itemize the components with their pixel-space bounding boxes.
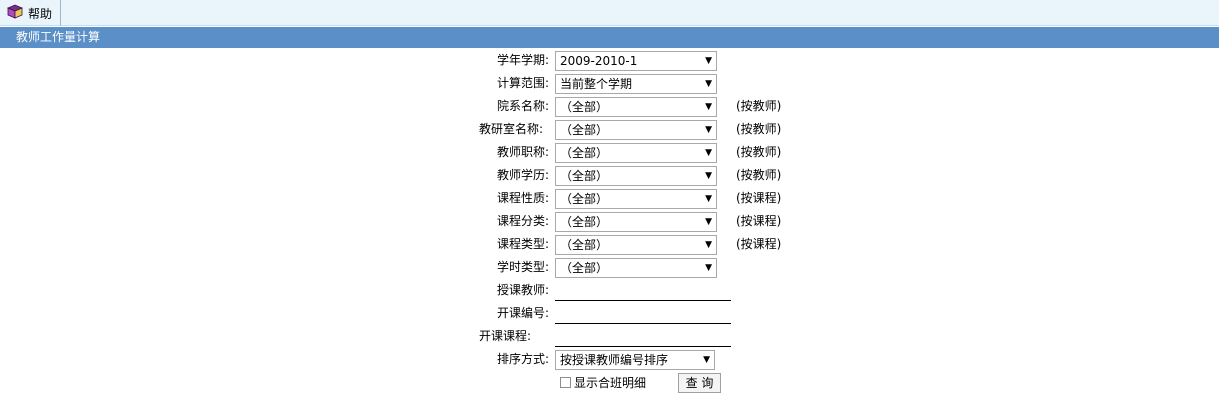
- department-value: （全部）: [560, 100, 609, 114]
- teacher-label: 授课教师:: [496, 283, 549, 297]
- dropdown-arrow-icon: ▼: [705, 171, 712, 181]
- hour-type-label: 学时类型:: [496, 260, 549, 274]
- hour-type-select[interactable]: （全部） ▼: [555, 258, 717, 278]
- dropdown-arrow-icon: ▼: [705, 56, 712, 66]
- course-type-hint: (按课程): [736, 237, 782, 251]
- office-hint: (按教师): [736, 122, 782, 136]
- dropdown-arrow-icon: ▼: [705, 148, 712, 158]
- course-no-label: 开课编号:: [496, 306, 549, 320]
- dropdown-arrow-icon: ▼: [703, 355, 710, 365]
- course-nature-select[interactable]: （全部） ▼: [555, 189, 717, 209]
- sort-label: 排序方式:: [496, 352, 549, 366]
- dropdown-arrow-icon: ▼: [705, 240, 712, 250]
- help-label: 帮助: [28, 6, 53, 21]
- education-label: 教师学历:: [496, 168, 549, 182]
- row-course-category: 课程分类: （全部） ▼ (按课程): [0, 210, 1219, 233]
- course-no-input[interactable]: [555, 305, 731, 324]
- show-detail-checkbox[interactable]: [560, 376, 571, 388]
- row-hour-type: 学时类型: （全部） ▼: [0, 256, 1219, 279]
- row-semester: 学年学期: 2009-2010-1 ▼: [0, 49, 1219, 72]
- row-scope: 计算范围: 当前整个学期 ▼: [0, 72, 1219, 95]
- office-label: 教研室名称:: [478, 122, 543, 136]
- semester-label: 学年学期:: [496, 53, 549, 67]
- row-course-type: 课程类型: （全部） ▼ (按课程): [0, 233, 1219, 256]
- title-rank-select[interactable]: （全部） ▼: [555, 143, 717, 163]
- course-nature-hint: (按课程): [736, 191, 782, 205]
- toolbar: 帮助: [0, 0, 1219, 26]
- show-detail-option[interactable]: 显示合班明细: [560, 373, 646, 391]
- education-select[interactable]: （全部） ▼: [555, 166, 717, 186]
- row-education: 教师学历: （全部） ▼ (按教师): [0, 164, 1219, 187]
- dropdown-arrow-icon: ▼: [705, 263, 712, 273]
- education-value: （全部）: [560, 169, 609, 183]
- department-label: 院系名称:: [496, 99, 549, 113]
- semester-select[interactable]: 2009-2010-1 ▼: [555, 51, 717, 71]
- dropdown-arrow-icon: ▼: [705, 102, 712, 112]
- sort-select[interactable]: 按授课教师编号排序 ▼: [555, 350, 715, 370]
- row-office: 教研室名称: （全部） ▼ (按教师): [0, 118, 1219, 141]
- office-value: （全部）: [560, 123, 609, 137]
- title-rank-value: （全部）: [560, 146, 609, 160]
- course-category-value: （全部）: [560, 215, 609, 229]
- dropdown-arrow-icon: ▼: [705, 217, 712, 227]
- department-select[interactable]: （全部） ▼: [555, 97, 717, 117]
- scope-value: 当前整个学期: [560, 77, 633, 91]
- course-category-label: 课程分类:: [496, 214, 549, 228]
- education-hint: (按教师): [736, 168, 782, 182]
- row-department: 院系名称: （全部） ▼ (按教师): [0, 95, 1219, 118]
- teacher-input[interactable]: [555, 282, 731, 301]
- scope-label: 计算范围:: [496, 76, 549, 90]
- scope-select[interactable]: 当前整个学期 ▼: [555, 74, 717, 94]
- row-course: 开课课程:: [0, 325, 1219, 348]
- help-button[interactable]: 帮助: [0, 0, 61, 26]
- department-hint: (按教师): [736, 99, 782, 113]
- row-title-rank: 教师职称: （全部） ▼ (按教师): [0, 141, 1219, 164]
- course-label: 开课课程:: [478, 329, 531, 343]
- course-type-label: 课程类型:: [496, 237, 549, 251]
- row-course-no: 开课编号:: [0, 302, 1219, 325]
- dropdown-arrow-icon: ▼: [705, 79, 712, 89]
- semester-value: 2009-2010-1: [560, 54, 638, 68]
- course-category-hint: (按课程): [736, 214, 782, 228]
- row-course-nature: 课程性质: （全部） ▼ (按课程): [0, 187, 1219, 210]
- hour-type-value: （全部）: [560, 261, 609, 275]
- course-type-select[interactable]: （全部） ▼: [555, 235, 717, 255]
- page-title: 教师工作量计算: [0, 27, 1219, 48]
- course-category-select[interactable]: （全部） ▼: [555, 212, 717, 232]
- course-nature-label: 课程性质:: [496, 191, 549, 205]
- dropdown-arrow-icon: ▼: [705, 125, 712, 135]
- title-rank-label: 教师职称:: [496, 145, 549, 159]
- title-rank-hint: (按教师): [736, 145, 782, 159]
- course-input[interactable]: [555, 328, 731, 347]
- book-icon: [6, 4, 24, 23]
- show-detail-label: 显示合班明细: [574, 375, 647, 390]
- course-nature-value: （全部）: [560, 192, 609, 206]
- office-select[interactable]: （全部） ▼: [555, 120, 717, 140]
- row-sort: 排序方式: 按授课教师编号排序 ▼: [0, 348, 1219, 371]
- row-teacher: 授课教师:: [0, 279, 1219, 302]
- course-type-value: （全部）: [560, 238, 609, 252]
- query-button[interactable]: 查 询: [678, 373, 721, 393]
- sort-value: 按授课教师编号排序: [560, 353, 669, 367]
- dropdown-arrow-icon: ▼: [705, 194, 712, 204]
